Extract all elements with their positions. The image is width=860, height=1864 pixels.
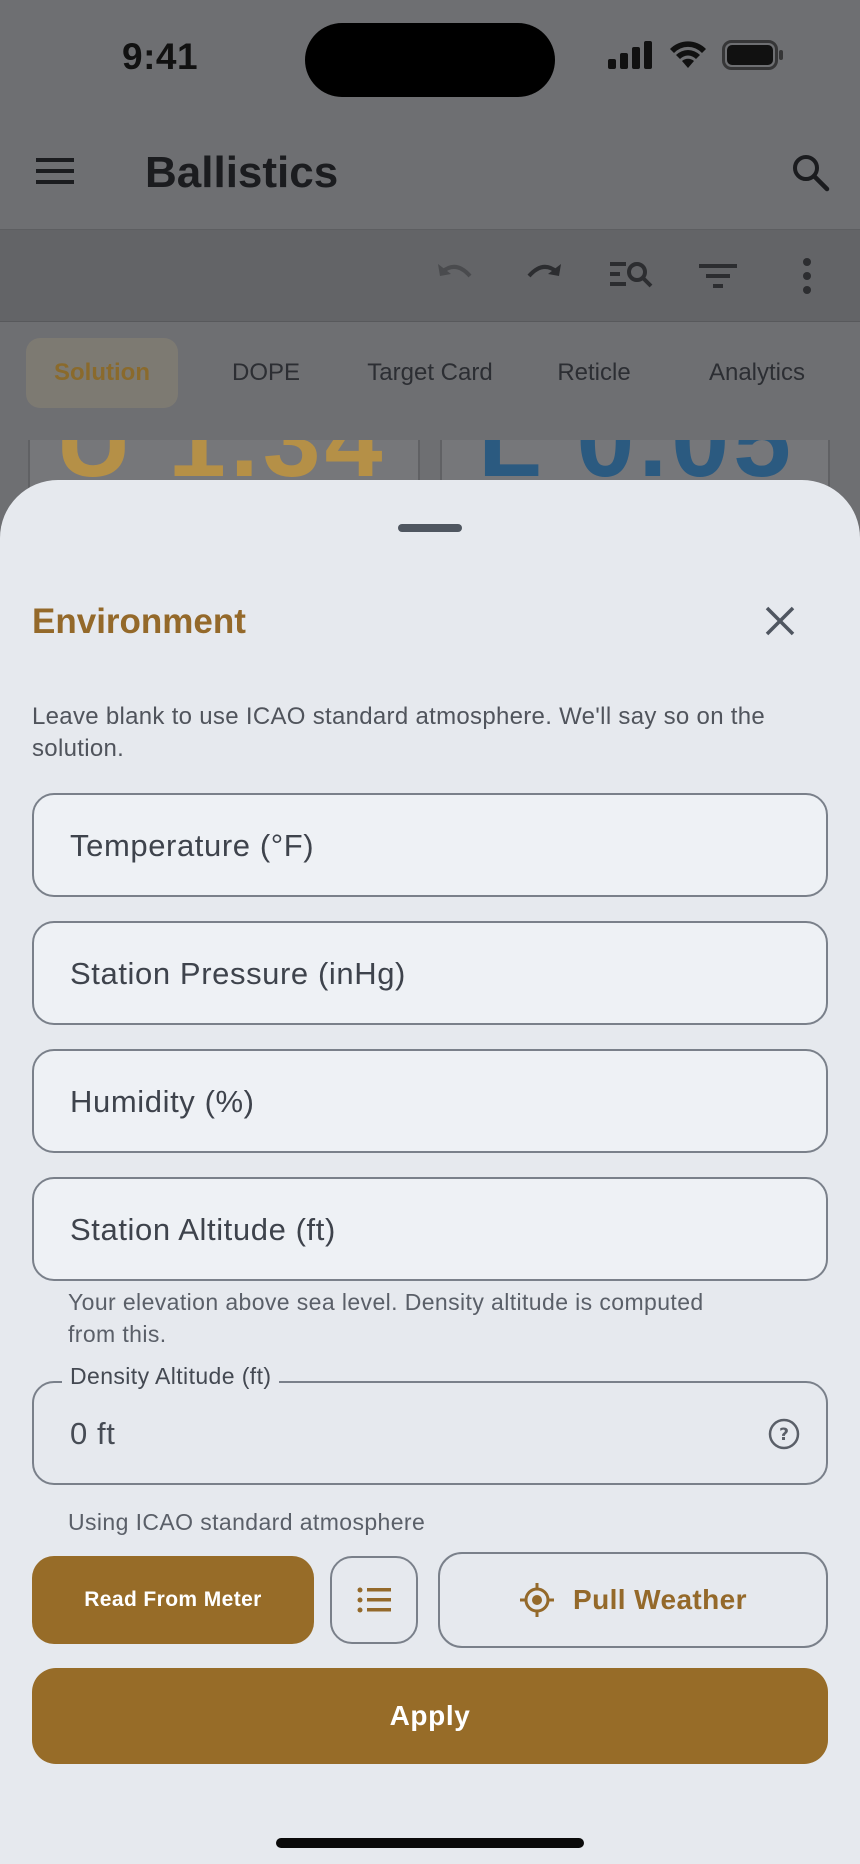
read-from-meter-button[interactable]: Read From Meter: [32, 1556, 314, 1644]
tab-dope[interactable]: DOPE: [216, 338, 316, 408]
search-icon[interactable]: [790, 152, 830, 197]
menu-icon[interactable]: [36, 156, 76, 191]
temperature-field[interactable]: Temperature (°F): [32, 793, 828, 897]
battery-icon: [722, 40, 783, 70]
density-altitude-helper: Using ICAO standard atmosphere: [68, 1509, 426, 1535]
list-icon: [357, 1587, 391, 1613]
pull-weather-button[interactable]: Pull Weather: [438, 1552, 828, 1648]
sheet-description: Leave blank to use ICAO standard atmosph…: [32, 703, 766, 762]
tab-analytics[interactable]: Analytics: [690, 338, 824, 408]
tab-bar: Solution DOPE Target Card Reticle Analyt…: [0, 322, 860, 412]
density-altitude-field[interactable]: Density Altitude (ft) 0 ft ?: [32, 1363, 828, 1485]
close-button[interactable]: [757, 598, 803, 644]
redo-icon[interactable]: [519, 252, 567, 305]
toolbar: [0, 230, 860, 322]
pull-weather-label: Pull Weather: [573, 1584, 747, 1615]
station-pressure-placeholder: Station Pressure (inHg): [70, 956, 406, 991]
list-button[interactable]: [330, 1556, 418, 1644]
humidity-field[interactable]: Humidity (%): [32, 1049, 828, 1153]
undo-icon[interactable]: [432, 252, 480, 305]
tab-reticle[interactable]: Reticle: [540, 338, 648, 408]
more-vert-icon[interactable]: [783, 252, 831, 305]
tab-solution[interactable]: Solution: [26, 338, 178, 408]
close-icon: [765, 606, 795, 636]
status-icons: [608, 40, 784, 70]
status-time: 9:41: [122, 36, 199, 77]
help-icon[interactable]: ?: [768, 1418, 800, 1455]
drag-handle[interactable]: [398, 524, 462, 532]
sheet-title: Environment: [32, 602, 246, 641]
app-bar: Ballistics: [0, 118, 860, 230]
station-altitude-helper: Your elevation above sea level. Density …: [68, 1289, 704, 1347]
dynamic-island: [305, 23, 555, 97]
environment-sheet: Environment Leave blank to use ICAO stan…: [0, 480, 860, 1864]
home-indicator: [276, 1838, 584, 1848]
wifi-icon: [670, 41, 706, 68]
apply-button[interactable]: Apply: [32, 1668, 828, 1764]
density-altitude-label: Density Altitude (ft): [62, 1363, 280, 1390]
app-title: Ballistics: [145, 148, 339, 197]
station-altitude-field[interactable]: Station Altitude (ft): [32, 1177, 828, 1281]
svg-text:?: ?: [779, 1425, 789, 1445]
signal-icon: [608, 41, 652, 69]
status-bar: 9:41: [0, 0, 860, 118]
crosshair-icon: [520, 1583, 555, 1617]
humidity-placeholder: Humidity (%): [70, 1084, 255, 1119]
density-altitude-value: 0 ft: [70, 1416, 116, 1451]
temperature-placeholder: Temperature (°F): [70, 828, 315, 863]
filter-icon[interactable]: [695, 252, 743, 305]
station-pressure-field[interactable]: Station Pressure (inHg): [32, 921, 828, 1025]
find-list-icon[interactable]: [607, 252, 655, 305]
tab-target-card[interactable]: Target Card: [352, 338, 508, 408]
station-altitude-placeholder: Station Altitude (ft): [70, 1212, 336, 1247]
